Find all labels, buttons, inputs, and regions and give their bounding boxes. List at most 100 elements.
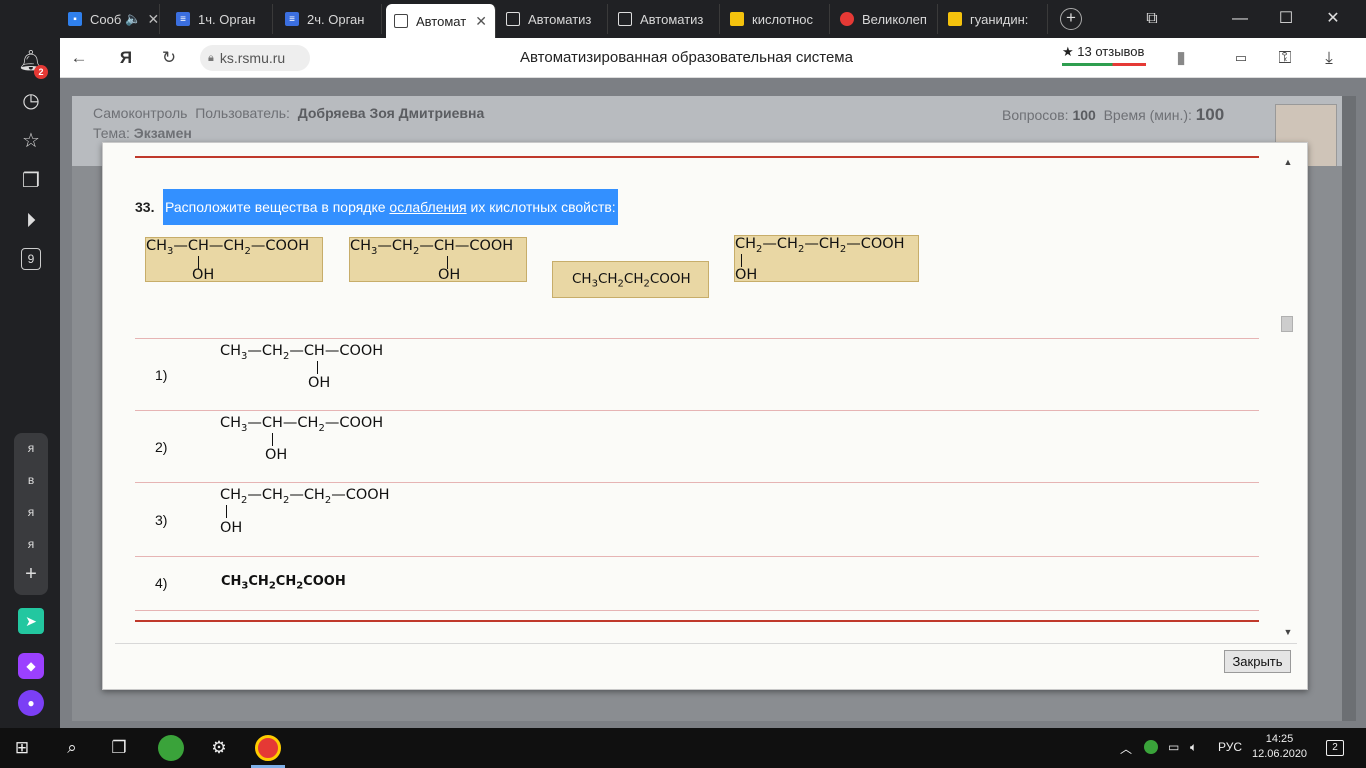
show-hidden-icons-icon[interactable]: ︿ — [1120, 740, 1132, 757]
window-close-button[interactable]: ✕ — [1313, 6, 1353, 32]
tab-active[interactable]: Автомат ✕ — [386, 4, 496, 38]
speaker-icon[interactable]: 🔈 — [125, 11, 141, 27]
sidebar-app-4[interactable]: я — [14, 537, 48, 551]
tab-doc-2[interactable]: ≡ 2ч. Орган — [277, 4, 382, 34]
divider — [135, 556, 1259, 557]
scroll-down-icon[interactable]: ▼ — [1283, 627, 1293, 637]
search-icon[interactable]: ⌕ — [60, 736, 84, 760]
divider — [135, 620, 1259, 622]
option-number: 4) — [155, 575, 168, 591]
divider — [115, 643, 1297, 644]
history-icon[interactable]: ◷ — [18, 88, 44, 114]
download-icon[interactable]: ⤓ — [1318, 47, 1340, 69]
yandex-browser-icon[interactable] — [255, 735, 281, 761]
close-tab-icon[interactable]: ✕ — [141, 11, 159, 28]
question-text: Расположите вещества в порядке ослаблени… — [163, 189, 618, 225]
tab-page-2[interactable]: Автоматиз — [498, 4, 608, 34]
sidebar-app-stack: я в я я + — [14, 433, 48, 595]
question-dialog: 33. Расположите вещества в порядке ослаб… — [102, 142, 1308, 690]
minimize-button[interactable]: — — [1220, 6, 1260, 32]
settings-gear-icon[interactable]: ⚙ — [207, 736, 231, 760]
close-tab-icon[interactable]: ✕ — [469, 13, 487, 30]
top-nav — [60, 78, 1350, 94]
alice-app-icon[interactable]: ◆ — [18, 653, 44, 679]
bookmark-icon[interactable]: ▮ — [1170, 47, 1192, 69]
add-icon[interactable]: + — [14, 563, 48, 586]
answer-tile-2[interactable]: CH3—CH2—CH—COOH OH — [349, 237, 527, 283]
divider — [135, 482, 1259, 483]
volume-icon[interactable]: 🔈︎ — [1190, 740, 1197, 755]
close-button[interactable]: Закрыть — [1224, 650, 1291, 673]
divider — [135, 338, 1259, 339]
notification-badge: 2 — [34, 65, 48, 79]
sidebar-app-1[interactable]: я — [14, 441, 48, 455]
question-header: 33. Расположите вещества в порядке ослаб… — [135, 189, 618, 225]
browser-sidebar: 🔔︎ 2 ◷ ☆ ❐ ⏵ 9 я в я я + ➤ ◆ ● — [0, 38, 60, 728]
dialog-scrollbar[interactable]: ▲ ▼ — [1279, 143, 1297, 641]
tab-page-3[interactable]: Автоматиз — [610, 4, 720, 34]
windows-start-icon[interactable]: ⊞ — [10, 736, 34, 760]
tab-bar: ▪ Сооб 🔈 ✕ ≡ 1ч. Орган ≡ 2ч. Орган Автом… — [0, 0, 1366, 38]
chat-icon: ▪ — [68, 12, 82, 26]
reload-icon[interactable]: ↻ — [158, 47, 180, 69]
reviews-widget[interactable]: ★ 13 отзывов — [1062, 44, 1146, 66]
assistant-icon[interactable]: ● — [18, 690, 44, 716]
send-icon[interactable]: ➤ — [18, 608, 44, 634]
question-count: 100 — [1072, 107, 1096, 123]
tabs-overview-icon[interactable]: ⧉ — [1132, 6, 1172, 32]
time-limit: 100 — [1195, 105, 1225, 124]
search-engine-icon — [840, 12, 854, 26]
new-tab-button[interactable]: + — [1060, 8, 1082, 30]
utorrent-tray-icon[interactable] — [1144, 740, 1158, 754]
answer-tile-3[interactable]: CH3CH2CH2COOH — [552, 261, 709, 298]
question-number: 33. — [135, 199, 155, 215]
notifications-icon[interactable]: 2 — [1326, 740, 1344, 756]
video-play-icon[interactable]: ⏵ — [18, 208, 44, 234]
collections-icon[interactable]: ❐ — [18, 168, 44, 194]
battery-tray-icon[interactable]: ▭ — [1168, 740, 1179, 754]
user-name: Добряева Зоя Дмитриевна — [297, 105, 485, 121]
yandex-logo-icon[interactable]: Я — [115, 47, 137, 69]
image-icon — [730, 12, 744, 26]
language-indicator[interactable]: РУС — [1218, 740, 1242, 754]
clock[interactable]: 14:25 12.06.2020 — [1252, 732, 1307, 762]
sidebar-app-2[interactable]: в — [14, 473, 48, 487]
topic-name: Экзамен — [133, 125, 192, 141]
lock-icon: 🔒︎ — [208, 51, 214, 64]
bookmarks-star-icon[interactable]: ☆ — [18, 128, 44, 154]
page-icon — [618, 12, 632, 26]
divider — [135, 156, 1259, 158]
scroll-thumb[interactable] — [1281, 316, 1293, 332]
utorrent-icon[interactable] — [158, 735, 184, 761]
answer-tile-4[interactable]: CH2—CH2—CH2—COOH OH — [734, 235, 919, 283]
question-content: 33. Расположите вещества в порядке ослаб… — [103, 143, 1279, 641]
option-number: 3) — [155, 512, 168, 528]
tab-image-2[interactable]: гуанидин: — [940, 4, 1048, 34]
address-bar: ← Я ↻ 🔒︎ ks.rsmu.ru Автоматизированная о… — [60, 38, 1366, 78]
tab-doc-1[interactable]: ≡ 1ч. Орган — [168, 4, 273, 34]
maximize-button[interactable]: ☐ — [1266, 6, 1306, 32]
mode-label: Самоконтроль — [93, 105, 188, 121]
option-number: 2) — [155, 439, 168, 455]
divider — [135, 410, 1259, 411]
scroll-up-icon[interactable]: ▲ — [1283, 157, 1293, 167]
tab-counter[interactable]: 9 — [21, 248, 41, 270]
tab-image-1[interactable]: кислотнос — [722, 4, 830, 34]
task-view-icon[interactable]: ❐ — [107, 736, 131, 760]
battery-icon[interactable]: ▭ — [1230, 47, 1252, 69]
taskbar: ⊞ ⌕ ❐ ⚙ ︿ ▭ 🔈︎ РУС 14:25 12.06.2020 2 — [0, 728, 1366, 768]
divider — [135, 610, 1259, 611]
answer-tile-1[interactable]: CH3—CH—CH2—COOH OH — [145, 237, 323, 283]
tab-messages[interactable]: ▪ Сооб 🔈 ✕ — [60, 4, 160, 34]
rating-bar — [1062, 63, 1146, 66]
url-field[interactable]: 🔒︎ ks.rsmu.ru — [200, 45, 310, 71]
back-arrow-icon[interactable]: ← — [68, 47, 90, 69]
tab-search[interactable]: Великолеп — [832, 4, 938, 34]
image-icon — [948, 12, 962, 26]
sidebar-app-3[interactable]: я — [14, 505, 48, 519]
doc-icon: ≡ — [176, 12, 190, 26]
page-scrollbar[interactable] — [1342, 96, 1356, 721]
page-icon — [394, 14, 408, 28]
protect-icon[interactable]: ⚿ — [1274, 47, 1296, 69]
doc-icon: ≡ — [285, 12, 299, 26]
